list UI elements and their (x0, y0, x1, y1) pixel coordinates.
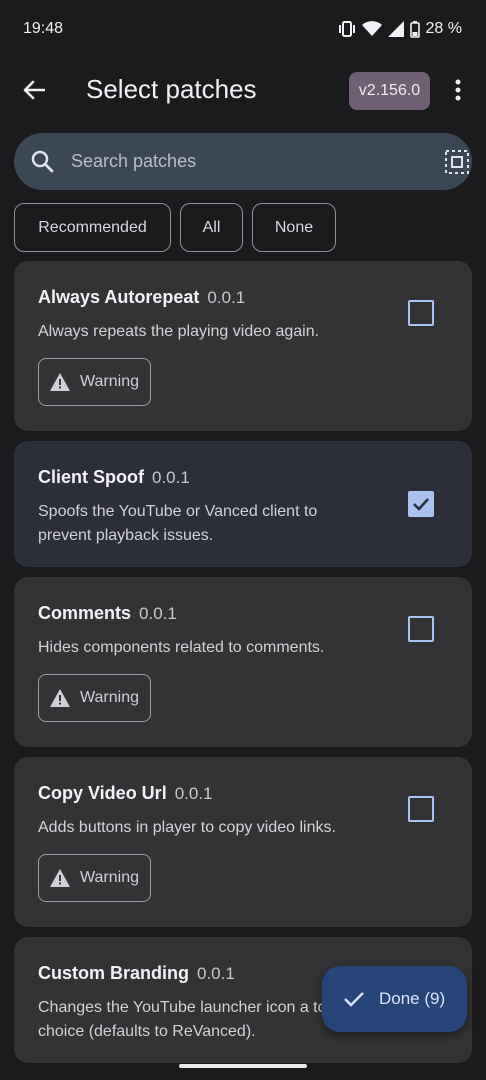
search-icon (31, 150, 54, 173)
patch-description: Always repeats the playing video again. (38, 323, 320, 340)
patch-card-comments[interactable]: Comments 0.0.1 Hides components related … (14, 577, 472, 747)
warning-icon (50, 689, 70, 707)
patch-title: Copy Video Url 0.0.1 (38, 783, 448, 804)
patch-name: Comments (38, 603, 132, 623)
patch-card-always-autorepeat[interactable]: Always Autorepeat 0.0.1 Always repeats t… (14, 261, 472, 431)
patch-version: 0.0.1 (139, 604, 177, 623)
vibrate-icon (338, 21, 355, 37)
patch-name: Custom Branding (38, 963, 189, 983)
navigation-handle[interactable] (179, 1064, 307, 1068)
patch-card-copy-video-url[interactable]: Copy Video Url 0.0.1 Adds buttons in pla… (14, 757, 472, 927)
status-icons: 28 % (338, 20, 462, 38)
warning-label: Warning (80, 869, 139, 886)
done-label: Done (9) (379, 989, 446, 1008)
back-button[interactable] (14, 70, 54, 110)
check-icon (344, 992, 364, 1007)
more-vert-icon (455, 79, 461, 101)
check-icon (413, 498, 429, 511)
version-chip[interactable]: v2.156.0 (349, 72, 430, 110)
select-all-icon[interactable] (444, 149, 470, 175)
patch-checkbox[interactable] (408, 796, 434, 822)
filter-chips: Recommended All None (14, 203, 336, 252)
patch-card-client-spoof[interactable]: Client Spoof 0.0.1 Spoofs the YouTube or… (14, 441, 472, 567)
arrow-back-icon (23, 80, 45, 100)
signal-icon (387, 21, 404, 37)
battery-icon (409, 20, 420, 38)
patch-description: Spoofs the YouTube or Vanced client to p… (38, 503, 318, 544)
search-input[interactable] (71, 133, 411, 190)
patch-title: Comments 0.0.1 (38, 603, 448, 624)
patch-name: Copy Video Url (38, 783, 167, 803)
warning-label: Warning (80, 373, 139, 390)
patch-version: 0.0.1 (207, 288, 246, 307)
warning-chip[interactable]: Warning (38, 674, 151, 722)
patch-checkbox[interactable] (408, 300, 434, 326)
search-bar[interactable] (14, 133, 472, 190)
warning-icon (50, 869, 70, 887)
wifi-icon (361, 21, 382, 36)
patch-name: Always Autorepeat (38, 287, 200, 307)
patch-version: 0.0.1 (197, 964, 235, 983)
patch-checkbox[interactable] (408, 616, 434, 642)
warning-chip[interactable]: Warning (38, 854, 151, 902)
patch-checkbox[interactable] (408, 491, 434, 517)
filter-recommended-chip[interactable]: Recommended (14, 203, 171, 252)
filter-all-chip[interactable]: All (180, 203, 243, 252)
filter-none-chip[interactable]: None (252, 203, 336, 252)
page-title: Select patches (86, 74, 257, 104)
patch-version: 0.0.1 (152, 468, 190, 487)
warning-label: Warning (80, 689, 139, 706)
patch-description: Hides components related to comments. (38, 639, 325, 656)
patch-version: 0.0.1 (174, 784, 213, 803)
more-options-button[interactable] (446, 74, 470, 106)
status-bar: 19:48 28 % (0, 0, 486, 58)
warning-icon (50, 373, 70, 391)
patch-list[interactable]: Always Autorepeat 0.0.1 Always repeats t… (14, 261, 472, 1080)
patch-description: Adds buttons in player to copy video lin… (38, 819, 336, 836)
warning-chip[interactable]: Warning (38, 358, 151, 406)
patch-description: Changes the YouTube launcher icon a to y… (38, 999, 363, 1040)
battery-percent: 28 % (425, 20, 462, 37)
patch-title: Client Spoof 0.0.1 (38, 467, 448, 488)
top-app-bar: Select patches v2.156.0 (0, 62, 486, 118)
patch-title: Always Autorepeat 0.0.1 (38, 287, 448, 308)
done-button[interactable]: Done (9) (322, 966, 467, 1032)
patch-name: Client Spoof (38, 467, 144, 487)
status-time: 19:48 (23, 20, 64, 37)
